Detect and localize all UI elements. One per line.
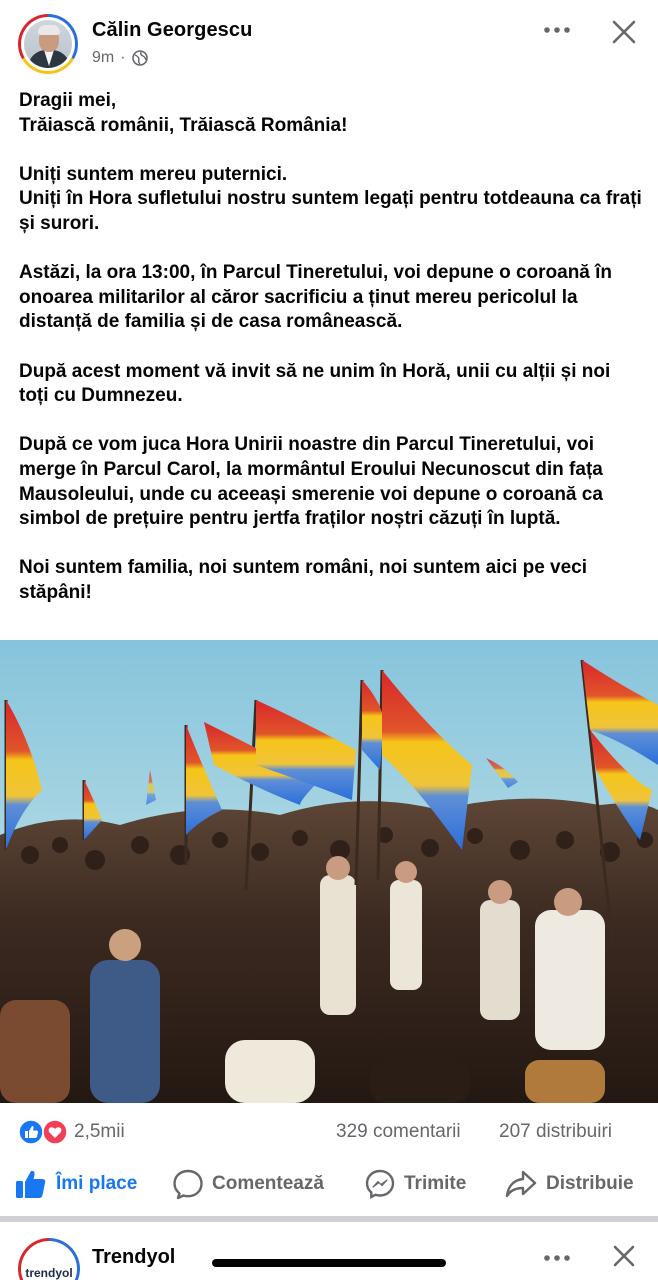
thumbs-up-icon: [16, 1170, 46, 1198]
next-post-header: trendyol Trendyol: [0, 1222, 658, 1280]
more-options-icon[interactable]: [540, 1246, 574, 1270]
comment-button[interactable]: Comentează: [172, 1166, 324, 1202]
post-image[interactable]: [0, 640, 658, 1103]
share-button[interactable]: Distribuie: [504, 1166, 634, 1202]
love-reaction-icon: [42, 1119, 68, 1145]
globe-icon: [131, 50, 148, 66]
post-paragraph: Dragii mei, Trăiască românii, Trăiască R…: [19, 90, 348, 136]
next-post-avatar-text: trendyol: [25, 1266, 73, 1280]
send-button[interactable]: Trimite: [364, 1166, 466, 1202]
author-name[interactable]: Călin Georgescu: [92, 19, 252, 42]
comment-button-label: Comentează: [212, 1173, 324, 1194]
comments-count[interactable]: 329 comentarii: [336, 1121, 461, 1143]
meta-separator: ·: [120, 49, 126, 66]
more-options-icon[interactable]: [540, 18, 574, 42]
reactions-count[interactable]: 2,5mii: [74, 1121, 125, 1143]
close-icon[interactable]: [606, 14, 642, 50]
crowd-with-flags-painting: [0, 640, 658, 1103]
author-avatar[interactable]: [18, 14, 78, 74]
post-paragraph: Uniți suntem mereu puternici. Uniți în H…: [19, 163, 642, 234]
post-paragraph: După acest moment vă invit să ne unim în…: [19, 360, 611, 407]
home-indicator[interactable]: [212, 1259, 446, 1267]
next-post-avatar[interactable]: trendyol: [18, 1238, 80, 1280]
messenger-icon: [365, 1169, 395, 1199]
post-time[interactable]: 9m: [92, 49, 114, 67]
post-paragraph: După ce vom juca Hora Unirii noastre din…: [19, 434, 603, 530]
shares-count[interactable]: 207 distribuiri: [499, 1121, 612, 1143]
comment-bubble-icon: [173, 1169, 203, 1200]
next-post-author[interactable]: Trendyol: [92, 1246, 175, 1269]
close-icon[interactable]: [608, 1240, 640, 1272]
like-button-label: Îmi place: [56, 1173, 138, 1194]
post-paragraph: Noi suntem familia, noi suntem români, n…: [19, 557, 588, 603]
share-button-label: Distribuie: [546, 1173, 634, 1194]
like-reaction-icon: [18, 1119, 44, 1145]
like-button[interactable]: Îmi place: [14, 1166, 137, 1202]
post-actions: Îmi place Comentează Trimite Distribuie: [0, 1160, 658, 1210]
reactions-bar: 2,5mii 329 comentarii 207 distribuiri: [0, 1112, 658, 1152]
post-text: Dragii mei, Trăiască românii, Trăiască R…: [19, 89, 643, 605]
post-header: Călin Georgescu 9m ·: [0, 0, 658, 84]
post-paragraph: Astăzi, la ora 13:00, în Parcul Tineretu…: [19, 262, 613, 333]
send-button-label: Trimite: [404, 1173, 467, 1194]
post-meta: 9m ·: [92, 49, 148, 67]
share-arrow-icon: [505, 1170, 537, 1198]
reaction-icons[interactable]: [18, 1119, 70, 1145]
